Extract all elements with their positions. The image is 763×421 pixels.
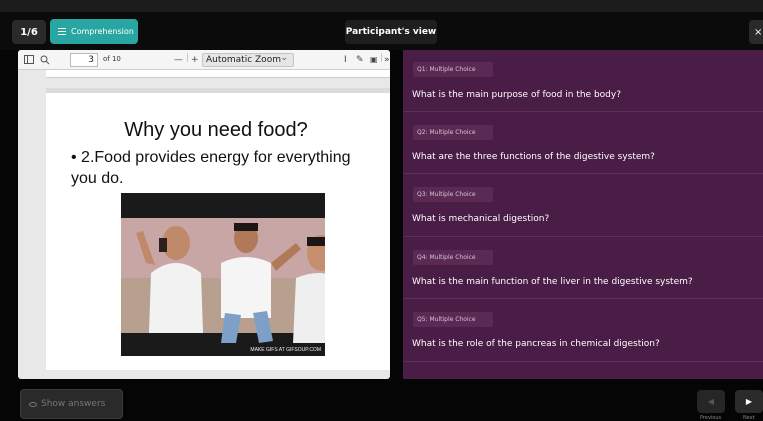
text-tool-icon[interactable]: I — [344, 54, 347, 66]
zoom-out-button[interactable]: — — [174, 54, 183, 66]
chevron-down-icon: ⌄ — [280, 53, 288, 63]
next-button[interactable]: ▶ — [735, 390, 763, 413]
show-answers-button[interactable]: Show answers — [20, 389, 123, 419]
zoom-in-button[interactable]: + — [191, 54, 199, 66]
eye-icon — [29, 401, 37, 407]
more-tools-icon[interactable]: » — [384, 54, 390, 66]
previous-label: Previous — [700, 415, 722, 421]
slide-bullet: • 2.Food provides energy for everything … — [71, 149, 351, 187]
top-strip — [0, 0, 763, 12]
question-item[interactable]: Q4: Multiple Choice What is the main fun… — [403, 237, 763, 299]
gif-people-illustration — [121, 193, 325, 356]
page-count: of 10 — [103, 55, 121, 63]
next-label: Next — [743, 415, 755, 421]
question-text: What is the main function of the liver i… — [412, 277, 693, 287]
image-tool-icon[interactable]: ▣ — [370, 54, 378, 66]
question-item[interactable]: Q5: Multiple Choice What is the role of … — [403, 299, 763, 362]
question-text: What is the main purpose of food in the … — [412, 90, 621, 100]
zoom-select[interactable]: Automatic Zoom ⌄ — [202, 53, 294, 67]
question-item[interactable]: Q3: Multiple Choice What is mechanical d… — [403, 174, 763, 237]
comprehension-label: Comprehension — [71, 27, 134, 36]
pdf-toolbar: 3 of 10 — | + Automatic Zoom ⌄ I ✎ ▣ | » — [18, 50, 390, 70]
show-answers-label: Show answers — [41, 399, 106, 409]
comprehension-button[interactable]: Comprehension — [50, 19, 138, 44]
question-type-tag: Q5: Multiple Choice — [413, 312, 493, 327]
question-list: Q1: Multiple Choice What is the main pur… — [403, 50, 763, 379]
previous-button[interactable]: ◀ — [697, 390, 725, 413]
menu-icon — [58, 28, 66, 35]
toolbar-separator: | — [380, 53, 384, 63]
pdf-page: Why you need food? • 2.Food provides ene… — [46, 88, 390, 370]
toolbar-separator: | — [186, 53, 190, 63]
presentation-screen: 1/6 Comprehension Participant's view × 3… — [0, 0, 763, 421]
slide-title: Why you need food? — [124, 119, 308, 141]
search-icon[interactable] — [40, 55, 50, 65]
slide-counter[interactable]: 1/6 — [12, 20, 46, 44]
close-button[interactable]: × — [749, 20, 763, 44]
question-type-tag: Q1: Multiple Choice — [413, 62, 493, 77]
page-number-input[interactable]: 3 — [70, 53, 98, 67]
zoom-value: Automatic Zoom — [206, 55, 281, 65]
draw-tool-icon[interactable]: ✎ — [356, 54, 364, 66]
question-text: What is the role of the pancreas in chem… — [412, 339, 660, 349]
question-item[interactable]: Q1: Multiple Choice What is the main pur… — [403, 50, 763, 112]
gif-caption: MAKE GIFS AT GIFSOUP.COM — [250, 347, 321, 353]
question-type-tag: Q4: Multiple Choice — [413, 250, 493, 265]
question-text: What is mechanical digestion? — [412, 214, 550, 224]
question-type-tag: Q3: Multiple Choice — [413, 187, 493, 202]
pdf-viewer: 3 of 10 — | + Automatic Zoom ⌄ I ✎ ▣ | »… — [18, 50, 390, 379]
animated-gif-image: MAKE GIFS AT GIFSOUP.COM — [121, 193, 325, 356]
previous-page-edge — [46, 70, 390, 78]
sidebar-toggle-icon[interactable] — [24, 55, 34, 64]
question-text: What are the three functions of the dige… — [412, 152, 655, 162]
question-item[interactable]: Q2: Multiple Choice What are the three f… — [403, 112, 763, 174]
participants-view-label: Participant's view — [345, 20, 437, 44]
question-type-tag: Q2: Multiple Choice — [413, 125, 493, 140]
